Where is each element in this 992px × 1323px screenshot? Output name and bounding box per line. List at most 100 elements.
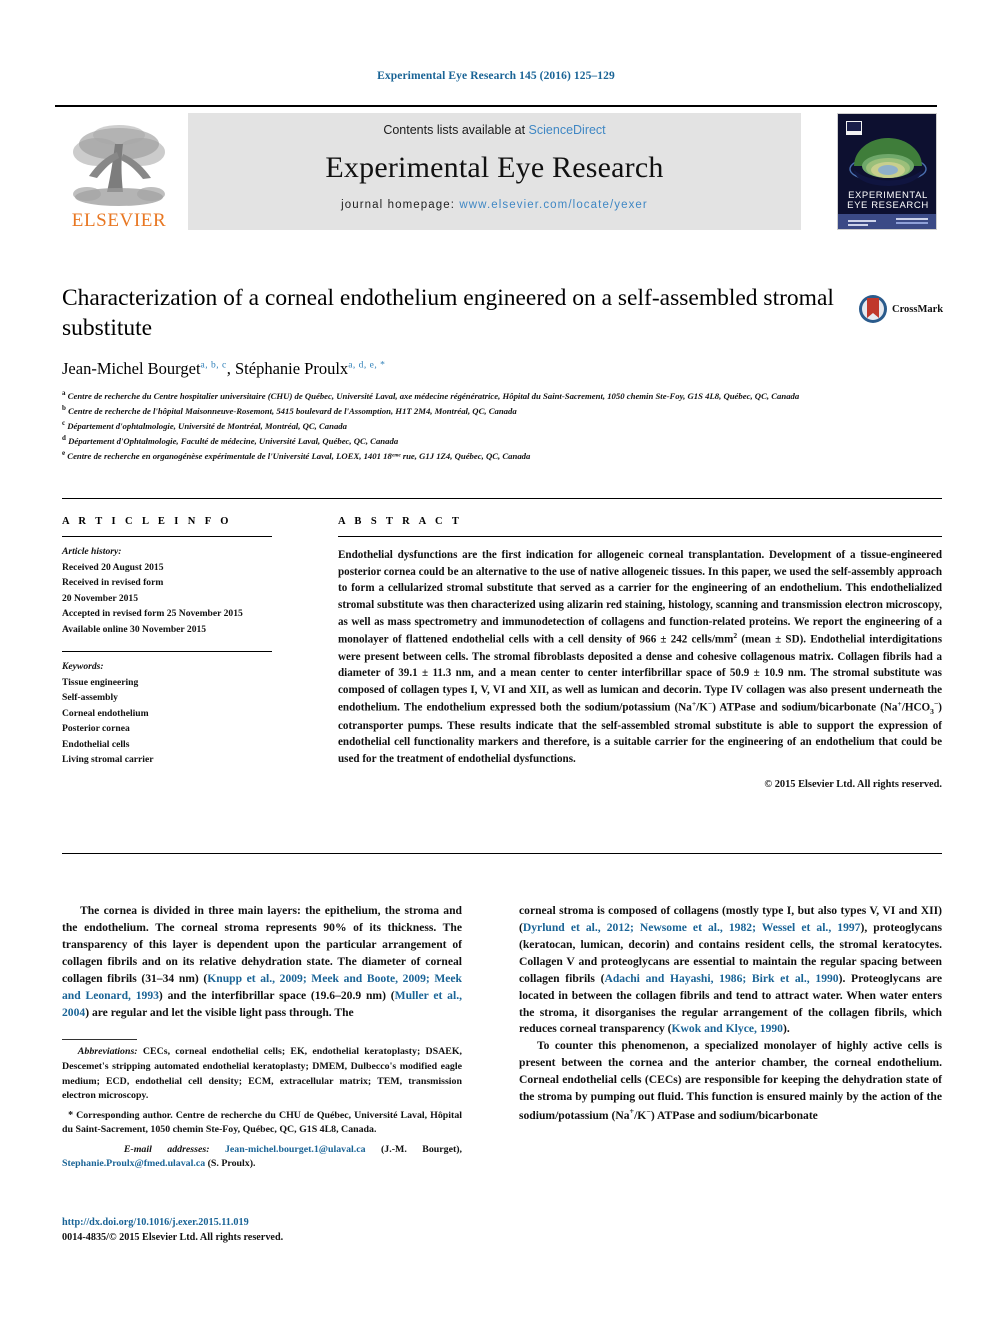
email-link[interactable]: Stephanie.Proulx@fmed.ulaval.ca	[62, 1158, 205, 1169]
footnote-separator	[62, 1039, 137, 1041]
author-name[interactable]: Stéphanie Proulx	[235, 359, 348, 378]
affiliation-item: d Département d'Ophtalmologie, Faculté d…	[62, 433, 942, 448]
doi-block: http://dx.doi.org/10.1016/j.exer.2015.11…	[62, 1215, 462, 1246]
paragraph-segment: /K	[634, 1108, 647, 1122]
history-item: Received 20 August 2015	[62, 561, 164, 573]
paragraph-segment: ) are regular and let the visible light …	[85, 1005, 354, 1019]
author-name[interactable]: Jean-Michel Bourget	[62, 359, 201, 378]
article-info-divider	[62, 536, 272, 537]
affiliation-mark: b	[62, 403, 66, 412]
homepage-link[interactable]: www.elsevier.com/locate/yexer	[459, 199, 648, 211]
paragraph-segment: ).	[782, 1022, 790, 1036]
abstract-heading: A B S T R A C T	[338, 516, 463, 527]
keyword-item: Tissue engineering	[62, 676, 139, 688]
corresponding-author-text: Corresponding author. Centre de recherch…	[62, 1109, 462, 1136]
email-owner: (S. Proulx).	[205, 1158, 256, 1170]
abstract-text: Endothelial dysfunctions are the first i…	[338, 547, 942, 768]
author-affiliation-marks: a, b, c	[200, 360, 227, 371]
affiliation-text: Centre de recherche du Centre hospitalie…	[67, 390, 800, 401]
elsevier-wordmark: ELSEVIER	[71, 210, 167, 231]
abstract-segment: /HCO	[901, 702, 931, 715]
homepage-label: journal homepage:	[341, 199, 456, 211]
running-head: Experimental Eye Research 145 (2016) 125…	[377, 70, 615, 82]
keyword-item: Living stromal carrier	[62, 754, 154, 766]
affiliation-item: c Département d'ophtalmologie, Universit…	[62, 418, 942, 433]
abstract-bottom-rule	[62, 853, 942, 854]
abstract-divider	[338, 536, 942, 537]
body-column-right: corneal stroma is composed of collagens …	[519, 903, 942, 1125]
paragraph-segment: ) and the interfibrillar space (19.6–20.…	[158, 988, 395, 1002]
masthead-top-rule	[55, 105, 937, 107]
body-paragraph: The cornea is divided in three main laye…	[62, 903, 462, 1021]
keyword-item: Corneal endothelium	[62, 707, 149, 719]
abbreviations-footnote: Abbreviations: CECs, corneal endothelial…	[62, 1045, 462, 1103]
article-info-heading: A R T I C L E I N F O	[62, 516, 232, 527]
affiliation-item: a Centre de recherche du Centre hospital…	[62, 388, 942, 403]
abbreviations-label: Abbreviations:	[77, 1046, 138, 1058]
contents-prefix: Contents lists available at	[383, 123, 526, 137]
history-item: Available online 30 November 2015	[62, 623, 207, 635]
affiliation-text: Centre de recherche de l'hôpital Maisonn…	[68, 405, 517, 416]
citation-link[interactable]: Dyrlund et al., 2012; Newsome et al., 19…	[523, 921, 861, 934]
article-info-column: A R T I C L E I N F O Article history: R…	[62, 516, 272, 768]
paragraph-segment: ) ATPase and sodium/bicarbonate	[650, 1108, 818, 1122]
abstract-segment: Endothelial dysfunctions are the first i…	[338, 549, 942, 646]
abstract-column: A B S T R A C T Endothelial dysfunctions…	[338, 516, 942, 790]
abstract-segment: ) ATPase and sodium/bicarbonate (Na	[712, 702, 898, 715]
article-history: Article history: Received 20 August 2015…	[62, 544, 272, 637]
affiliation-item: b Centre de recherche de l'hôpital Maiso…	[62, 403, 942, 418]
keywords-label: Keywords:	[62, 661, 104, 673]
article-history-label: Article history:	[62, 546, 122, 557]
title-block: Characterization of a corneal endotheliu…	[62, 283, 842, 379]
author-list: Jean-Michel Bourgeta, b, c, Stéphanie Pr…	[62, 359, 842, 379]
keyword-item: Posterior cornea	[62, 723, 130, 735]
affiliation-mark: e	[62, 448, 66, 457]
history-item: Received in revised form	[62, 577, 164, 589]
body-paragraph: To counter this phenomenon, a specialize…	[519, 1038, 942, 1124]
crossmark-badge-icon	[859, 295, 887, 323]
journal-cover-eye-icon: EXPERIMENTAL EYE RESEARCH	[838, 114, 936, 229]
body-column-left: The cornea is divided in three main laye…	[62, 903, 462, 1172]
elsevier-logo: ELSEVIER	[55, 113, 183, 230]
affiliations-list: a Centre de recherche du Centre hospital…	[62, 388, 942, 463]
citation-link[interactable]: Adachi and Hayashi, 1986; Birk et al., 1…	[604, 972, 838, 985]
affiliation-item: e Centre de recherche en organogénèse ex…	[62, 448, 942, 463]
abstract-subscript: 3	[930, 707, 934, 717]
keywords-divider	[62, 651, 272, 653]
paper-page: Experimental Eye Research 145 (2016) 125…	[0, 0, 992, 1323]
journal-masthead: ELSEVIER Contents lists available at Sci…	[55, 105, 937, 230]
keyword-item: Endothelial cells	[62, 738, 130, 750]
affiliation-mark: d	[62, 433, 66, 442]
affiliation-mark: c	[62, 418, 66, 427]
history-item: 20 November 2015	[62, 592, 139, 604]
crossmark-label: CrossMark	[892, 303, 944, 315]
journal-cover-thumbnail: EXPERIMENTAL EYE RESEARCH	[837, 113, 937, 230]
page-title: Characterization of a corneal endotheliu…	[62, 285, 834, 342]
affiliation-text: Département d'ophtalmologie, Université …	[67, 420, 347, 431]
email-link[interactable]: Jean-michel.bourget.1@ulaval.ca	[225, 1144, 366, 1155]
elsevier-tree-icon	[73, 125, 165, 206]
email-footnote: E-mail addresses: Jean-michel.bourget.1@…	[62, 1143, 462, 1172]
abstract-segment: /K	[696, 702, 708, 715]
journal-homepage-line: journal homepage: www.elsevier.com/locat…	[188, 199, 801, 211]
info-section-top-rule	[62, 498, 942, 499]
corresponding-author-footnote: * Corresponding author. Centre de recher…	[62, 1109, 462, 1138]
email-owner: (J.-M. Bourget),	[365, 1143, 463, 1155]
keyword-item: Self-assembly	[62, 692, 118, 704]
author-separator: ,	[226, 359, 235, 379]
sciencedirect-link[interactable]: ScienceDirect	[529, 123, 606, 137]
affiliation-text: Département d'Ophtalmologie, Faculté de …	[68, 435, 399, 446]
email-addresses-label: E-mail addresses:	[123, 1143, 210, 1155]
doi-link[interactable]: http://dx.doi.org/10.1016/j.exer.2015.11…	[62, 1215, 462, 1230]
crossmark-badge[interactable]: CrossMark	[858, 292, 950, 326]
abstract-copyright: © 2015 Elsevier Ltd. All rights reserved…	[764, 778, 942, 790]
contents-available-line: Contents lists available at ScienceDirec…	[188, 123, 801, 137]
history-item: Accepted in revised form 25 November 201…	[62, 608, 243, 620]
issn-copyright-line: 0014-4835/© 2015 Elsevier Ltd. All right…	[62, 1232, 284, 1244]
keywords-block: Keywords: Tissue engineering Self-assemb…	[62, 659, 272, 768]
affiliation-mark: a	[62, 389, 66, 397]
svg-text:EYE RESEARCH: EYE RESEARCH	[847, 200, 929, 211]
citation-link[interactable]: Kwok and Klyce, 1990	[672, 1022, 783, 1035]
journal-title: Experimental Eye Research	[325, 151, 664, 184]
affiliation-text: Centre de recherche en organogénèse expé…	[67, 450, 531, 461]
